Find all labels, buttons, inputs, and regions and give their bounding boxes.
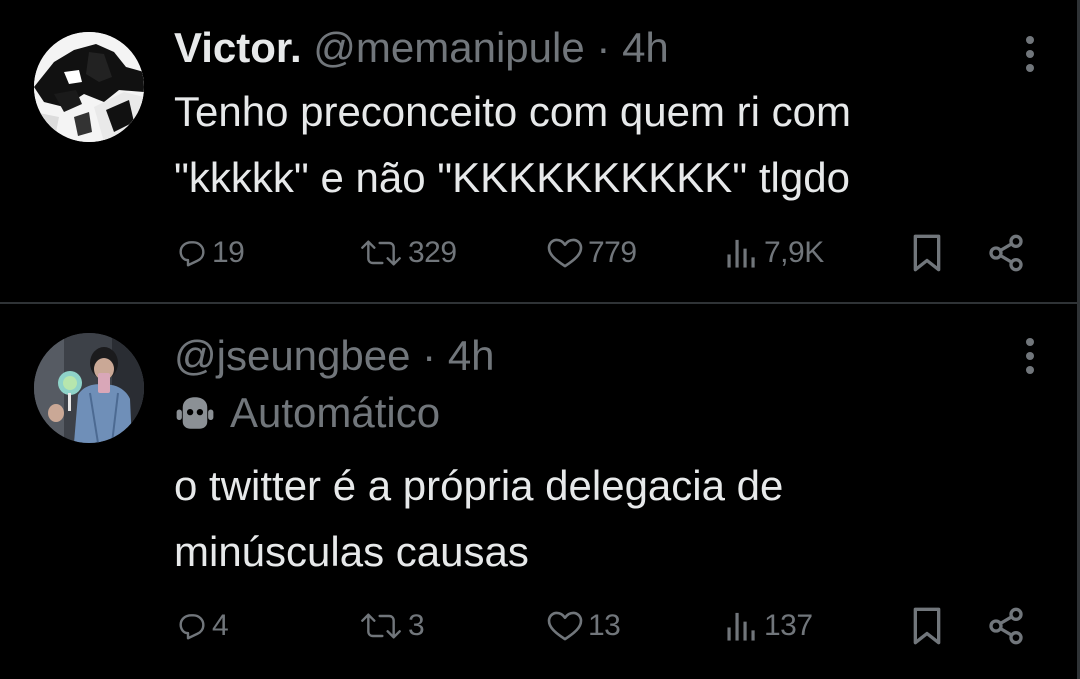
heart-icon [547, 611, 583, 641]
heart-icon [547, 238, 583, 268]
tweet-header: @jseungbee · 4h [174, 332, 495, 380]
avatar[interactable] [34, 333, 144, 443]
action-bar: 19 329 779 7,9K [0, 230, 1080, 276]
bookmark-icon [913, 234, 941, 272]
more-vertical-icon [1026, 36, 1034, 72]
views-button[interactable]: 7,9K [724, 230, 824, 276]
like-count: 13 [588, 609, 621, 642]
tweet-text-line: minúsculas causas [174, 528, 529, 575]
display-name[interactable]: Victor. [174, 24, 302, 71]
tweet-text-line: Tenho preconceito com quem ri com [174, 88, 851, 135]
share-button[interactable] [986, 603, 1026, 649]
like-count: 779 [588, 236, 637, 269]
avatar[interactable] [34, 32, 144, 142]
retweet-icon [361, 613, 401, 639]
reply-button[interactable]: 19 [176, 230, 245, 276]
user-handle[interactable]: @jseungbee [174, 332, 410, 379]
tweet-text-line: o twitter é a própria delegacia de [174, 462, 784, 509]
timestamp[interactable]: 4h [448, 332, 495, 379]
retweet-button[interactable]: 3 [358, 603, 425, 649]
views-count: 7,9K [764, 236, 824, 269]
separator-dot: · [596, 24, 611, 71]
reply-icon [179, 614, 205, 640]
tweet[interactable]: Victor. @memanipule · 4h Tenho preconcei… [0, 0, 1080, 302]
retweet-icon [361, 240, 401, 266]
tweet-text: o twitter é a própria delegacia de minús… [174, 453, 783, 585]
timestamp[interactable]: 4h [622, 24, 669, 71]
tweet[interactable]: @jseungbee · 4h Automático o twitter é a… [0, 304, 1080, 679]
reply-icon [179, 241, 205, 267]
retweet-button[interactable]: 329 [358, 230, 457, 276]
share-icon [989, 607, 1023, 645]
tweet-text: Tenho preconceito com quem ri com "kkkkk… [174, 79, 851, 211]
views-count: 137 [764, 609, 813, 642]
retweet-count: 329 [408, 236, 457, 269]
views-button[interactable]: 137 [724, 603, 813, 649]
more-options-button[interactable] [1024, 34, 1036, 74]
tweet-text-line: "kkkkk" e não "KKKKKKKKKK" tlgdo [174, 154, 850, 201]
views-icon [727, 612, 755, 641]
user-handle[interactable]: @memanipule [313, 24, 584, 71]
share-button[interactable] [986, 230, 1026, 276]
share-icon [989, 234, 1023, 272]
reply-count: 4 [212, 609, 229, 642]
views-icon [727, 239, 755, 268]
like-button[interactable]: 779 [546, 230, 637, 276]
bot-icon [176, 397, 214, 429]
reply-button[interactable]: 4 [176, 603, 229, 649]
retweet-count: 3 [408, 609, 425, 642]
reply-count: 19 [212, 236, 245, 269]
automated-label[interactable]: Automático [174, 388, 440, 438]
bookmark-icon [913, 607, 941, 645]
bookmark-button[interactable] [910, 230, 944, 276]
tweet-header: Victor. @memanipule · 4h [174, 24, 669, 72]
more-vertical-icon [1026, 338, 1034, 374]
bookmark-button[interactable] [910, 603, 944, 649]
separator-dot: · [422, 332, 437, 379]
automated-text: Automático [230, 389, 441, 436]
action-bar: 4 3 13 137 [0, 603, 1080, 649]
like-button[interactable]: 13 [546, 603, 621, 649]
more-options-button[interactable] [1024, 336, 1036, 376]
